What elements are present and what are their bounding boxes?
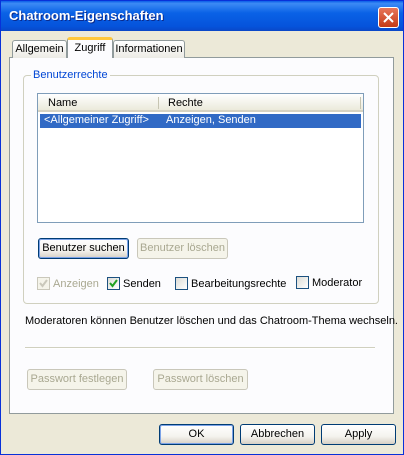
- column-separator[interactable]: [360, 97, 361, 109]
- checkbox-label-bearbeitungsrechte: Bearbeitungsrechte: [191, 278, 287, 290]
- checkbox-bearbeitungsrechte[interactable]: [175, 277, 188, 290]
- list-row[interactable]: <Allgemeiner Zugriff> Anzeigen, Senden: [40, 114, 361, 128]
- close-icon: [383, 12, 394, 23]
- column-name[interactable]: Name: [48, 97, 77, 109]
- title-bar[interactable]: Chatroom-Eigenschaften: [1, 1, 403, 31]
- tab-allgemein[interactable]: Allgemein: [12, 40, 67, 58]
- checkbox-senden[interactable]: [107, 277, 120, 290]
- checkbox-anzeigen[interactable]: [37, 277, 50, 290]
- checkbox-label-senden: Senden: [123, 278, 161, 290]
- dialog-window: Chatroom-Eigenschaften Allgemein Zugriff…: [0, 0, 404, 455]
- row-name: <Allgemeiner Zugriff>: [44, 114, 149, 126]
- tab-informationen[interactable]: Informationen: [113, 40, 185, 58]
- list-header: Name Rechte: [38, 94, 363, 112]
- window-title: Chatroom-Eigenschaften: [9, 8, 164, 23]
- delete-password-button[interactable]: Passwort löschen: [153, 369, 248, 390]
- set-password-button[interactable]: Passwort festlegen: [27, 369, 127, 390]
- apply-button[interactable]: Apply: [321, 424, 396, 445]
- tab-zugriff[interactable]: Zugriff: [67, 37, 113, 58]
- column-separator[interactable]: [158, 97, 159, 109]
- group-label: Benutzerrechte: [31, 69, 110, 81]
- user-list[interactable]: Name Rechte <Allgemeiner Zugriff> Anzeig…: [37, 93, 364, 223]
- search-user-button[interactable]: Benutzer suchen: [38, 238, 129, 259]
- moderator-info-text: Moderatoren können Benutzer löschen und …: [25, 315, 398, 327]
- row-rights: Anzeigen, Senden: [166, 114, 256, 126]
- ok-button[interactable]: OK: [159, 424, 234, 445]
- close-button[interactable]: [378, 7, 399, 28]
- delete-user-button[interactable]: Benutzer löschen: [137, 238, 228, 259]
- checkbox-label-anzeigen: Anzeigen: [53, 278, 99, 290]
- cancel-button[interactable]: Abbrechen: [240, 424, 315, 445]
- divider: [25, 347, 375, 349]
- checkmark-icon: [109, 279, 118, 288]
- column-rechte[interactable]: Rechte: [168, 97, 203, 109]
- checkmark-icon: [39, 279, 48, 288]
- checkbox-label-moderator: Moderator: [312, 277, 363, 289]
- checkbox-moderator[interactable]: [296, 276, 309, 289]
